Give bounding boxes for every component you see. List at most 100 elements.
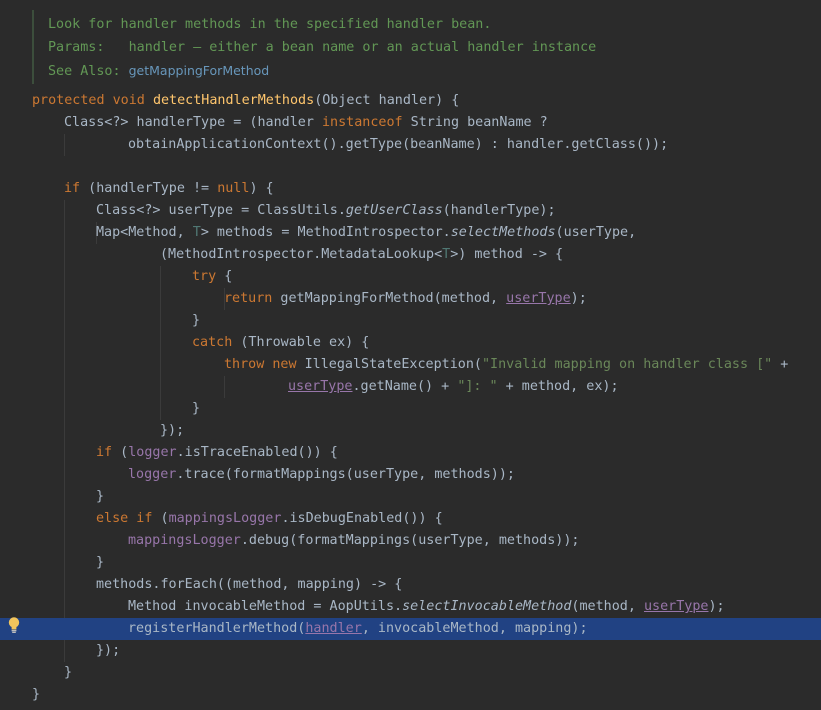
token-keyword: try bbox=[192, 269, 217, 284]
code-line[interactable]: (MethodIntrospector.MetadataLookup<T>) m… bbox=[0, 244, 821, 266]
token: { bbox=[216, 269, 233, 284]
token: + bbox=[772, 357, 789, 372]
token-keyword: else if bbox=[96, 511, 153, 526]
token: } bbox=[96, 489, 105, 504]
token-field: logger bbox=[128, 445, 177, 460]
token-keyword: instanceof bbox=[321, 115, 403, 130]
code-line[interactable]: methods.forEach((method, mapping) -> { bbox=[0, 574, 821, 596]
token-keyword: throw new bbox=[224, 357, 297, 372]
code-line[interactable]: Class<?> handlerType = (handler instance… bbox=[0, 112, 821, 134]
token: Class<?> handlerType = (handler bbox=[64, 115, 322, 130]
token-method-name: detectHandlerMethods bbox=[152, 93, 315, 108]
code-line[interactable]: Method invocableMethod = AopUtils.select… bbox=[0, 596, 821, 618]
javadoc-params: Params: handler – either a bean name or … bbox=[48, 37, 596, 59]
code-line[interactable]: }); bbox=[0, 420, 821, 442]
token: .isTraceEnabled()) { bbox=[176, 445, 338, 460]
code-line[interactable]: logger.trace(formatMappings(userType, me… bbox=[0, 464, 821, 486]
token: >) method -> { bbox=[450, 247, 564, 262]
token-keyword: catch bbox=[192, 335, 233, 350]
token: .debug(formatMappings(userType, methods)… bbox=[240, 533, 580, 548]
code-line[interactable]: }); bbox=[0, 640, 821, 662]
token-keyword: return bbox=[224, 291, 273, 306]
rendered-javadoc[interactable]: Look for handler methods in the specifie… bbox=[32, 10, 821, 84]
token-string: "]: " bbox=[457, 379, 498, 394]
token: Method invocableMethod = AopUtils. bbox=[128, 599, 403, 614]
token: .trace(formatMappings(userType, methods)… bbox=[176, 467, 515, 482]
token-field: mappingsLogger bbox=[168, 511, 282, 526]
token-captured-variable: userType bbox=[288, 379, 353, 394]
token: (handlerType); bbox=[442, 203, 556, 218]
code-line[interactable]: userType.getName() + "]: " + method, ex)… bbox=[0, 376, 821, 398]
token: ) { bbox=[249, 181, 274, 196]
token-static-method: selectMethods bbox=[450, 225, 556, 240]
token: Class<?> userType = ClassUtils. bbox=[96, 203, 346, 218]
token: Map<Method, bbox=[96, 225, 193, 240]
lightbulb-icon[interactable] bbox=[7, 616, 21, 634]
token-keyword: null bbox=[217, 181, 250, 196]
code-line[interactable]: Class<?> userType = ClassUtils.getUserCl… bbox=[0, 200, 821, 222]
token-type-param: T bbox=[192, 225, 201, 240]
token: }); bbox=[160, 423, 185, 438]
token-captured-variable: handler bbox=[305, 621, 362, 636]
code-line[interactable]: protected void detectHandlerMethods(Obje… bbox=[0, 90, 821, 112]
token: registerHandlerMethod( bbox=[128, 621, 306, 636]
code-line[interactable]: } bbox=[0, 310, 821, 332]
token: (MethodIntrospector.MetadataLookup< bbox=[160, 247, 443, 262]
token: String beanName ? bbox=[402, 115, 548, 130]
token: getMappingForMethod(method, bbox=[272, 291, 507, 306]
token-field: mappingsLogger bbox=[128, 533, 241, 548]
params-label: Params: bbox=[48, 40, 105, 55]
token: (userType, bbox=[555, 225, 637, 240]
params-text: handler – either a bean name or an actua… bbox=[128, 40, 597, 55]
code-line[interactable]: } bbox=[0, 486, 821, 508]
token: obtainApplicationContext().getType(beanN… bbox=[128, 137, 669, 152]
token-keyword: if bbox=[96, 445, 113, 460]
code-line[interactable]: } bbox=[0, 398, 821, 420]
javadoc-see-also: See Also: getMappingForMethod bbox=[48, 60, 269, 82]
token: (handlerType != bbox=[80, 181, 218, 196]
see-also-label: See Also: bbox=[48, 64, 121, 79]
token: ( bbox=[152, 511, 169, 526]
token: .isDebugEnabled()) { bbox=[281, 511, 443, 526]
code-line[interactable]: obtainApplicationContext().getType(beanN… bbox=[0, 134, 821, 156]
token: (method, bbox=[571, 599, 644, 614]
token: } bbox=[32, 687, 41, 702]
token: ); bbox=[570, 291, 587, 306]
code-line-current[interactable]: registerHandlerMethod(handler, invocable… bbox=[0, 618, 821, 640]
token-field: logger bbox=[128, 467, 177, 482]
code-line[interactable]: Map<Method, T> methods = MethodIntrospec… bbox=[0, 222, 821, 244]
code-line[interactable]: mappingsLogger.debug(formatMappings(user… bbox=[0, 530, 821, 552]
token: .getName() + bbox=[352, 379, 458, 394]
token: } bbox=[192, 313, 201, 328]
code-line[interactable]: throw new IllegalStateException("Invalid… bbox=[0, 354, 821, 376]
token-string: "Invalid mapping on handler class [" bbox=[482, 357, 773, 372]
code-line[interactable]: } bbox=[0, 552, 821, 574]
code-line[interactable]: catch (Throwable ex) { bbox=[0, 332, 821, 354]
token-modifier: protected void bbox=[32, 93, 153, 108]
token: ( bbox=[112, 445, 129, 460]
token: }); bbox=[96, 643, 121, 658]
token: (Object handler) { bbox=[314, 93, 460, 108]
token: } bbox=[192, 401, 201, 416]
token: ); bbox=[708, 599, 725, 614]
code-line[interactable]: if (logger.isTraceEnabled()) { bbox=[0, 442, 821, 464]
token: } bbox=[64, 665, 73, 680]
token-keyword: if bbox=[64, 181, 81, 196]
token: } bbox=[96, 555, 105, 570]
code-line[interactable]: if (handlerType != null) { bbox=[0, 178, 821, 200]
code-line[interactable]: } bbox=[0, 662, 821, 684]
code-line[interactable]: return getMappingForMethod(method, userT… bbox=[0, 288, 821, 310]
token-static-method: getUserClass bbox=[345, 203, 443, 218]
token: methods.forEach((method, mapping) -> { bbox=[96, 577, 403, 592]
token: > methods = MethodIntrospector. bbox=[200, 225, 451, 240]
token: (Throwable ex) { bbox=[232, 335, 370, 350]
code-line[interactable]: } bbox=[0, 684, 821, 706]
token: IllegalStateException( bbox=[296, 357, 482, 372]
token-static-method: selectInvocableMethod bbox=[402, 599, 572, 614]
see-also-link[interactable]: getMappingForMethod bbox=[129, 63, 270, 78]
code-line[interactable]: try { bbox=[0, 266, 821, 288]
code-line[interactable]: else if (mappingsLogger.isDebugEnabled()… bbox=[0, 508, 821, 530]
code-editor[interactable]: Look for handler methods in the specifie… bbox=[0, 0, 821, 710]
javadoc-summary: Look for handler methods in the specifie… bbox=[48, 17, 492, 32]
token-captured-variable: userType bbox=[643, 599, 709, 614]
